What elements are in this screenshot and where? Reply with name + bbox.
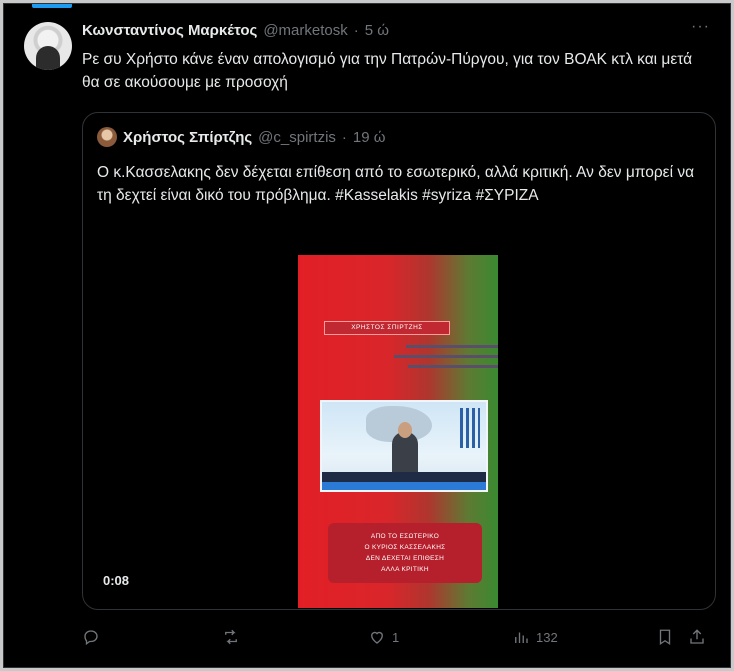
hashtag-syriza[interactable]: #syriza (422, 187, 471, 204)
tweet-time[interactable]: 5 ώ (365, 22, 389, 39)
retweet-icon (225, 629, 237, 645)
action-bar: 1 132 (82, 626, 716, 650)
views-chart-icon (515, 632, 528, 643)
video-person (392, 432, 418, 476)
author-avatar[interactable] (24, 22, 72, 70)
quoted-tweet[interactable]: Χρήστος Σπίρτζης @c_spirtzis · 19 ώ Ο κ.… (82, 112, 716, 610)
video-caption-line: ΑΛΛΑ ΚΡΙΤΙΚΗ (381, 566, 429, 573)
video-caption-line: ΑΠΟ ΤΟ ΕΣΩΤΕΡΙΚΟ (370, 533, 440, 540)
video-decor-line (406, 345, 498, 348)
video-caption: ΑΠΟ ΤΟ ΕΣΩΤΕΡΙΚΟ Ο ΚΥΡΙΟΣ ΚΑΣΣΕΛΑΚΗΣ ΔΕΝ… (328, 523, 482, 583)
quoted-author-handle[interactable]: @c_spirtzis (258, 129, 336, 146)
author-name[interactable]: Κωνσταντίνος Μαρκέτος (82, 22, 257, 39)
video-caption-line: ΔΕΝ ΔΕΧΕΤΑΙ ΕΠΙΘΕΣΗ (365, 555, 445, 562)
top-accent (32, 4, 72, 8)
views-count: 132 (536, 629, 558, 645)
video-person-head (398, 422, 412, 438)
more-options-icon[interactable]: ··· (691, 18, 710, 36)
retweet-button[interactable] (222, 626, 240, 648)
views-button[interactable]: 132 (512, 626, 558, 648)
share-button[interactable] (688, 626, 706, 648)
share-icon (690, 629, 704, 644)
reply-button[interactable] (82, 626, 100, 648)
video-player[interactable]: ΧΡΗΣΤΟΣ ΣΠΙΡΤΖΗΣ ΑΠΟ ΤΟ ΕΣΩΤΕΡΙΚΟ Ο ΚΥΡΙ… (298, 255, 498, 608)
video-name-banner: ΧΡΗΣΤΟΣ ΣΠΙΡΤΖΗΣ (324, 321, 450, 335)
tweet-card: Κωνσταντίνος Μαρκέτος @marketosk · 5 ώ ·… (3, 3, 731, 668)
quoted-time[interactable]: 19 ώ (353, 129, 386, 146)
hashtag-syriza-greek[interactable]: #ΣΥΡΙΖΑ (476, 187, 539, 204)
quoted-author-avatar[interactable] (97, 127, 117, 147)
tweet-header: Κωνσταντίνος Μαρκέτος @marketosk · 5 ώ (82, 22, 389, 39)
video-decor-line (408, 365, 498, 368)
quoted-separator-dot: · (341, 128, 347, 146)
video-duration: 0:08 (103, 573, 130, 588)
video-caption-line: Ο ΚΥΡΙΟΣ ΚΑΣΣΕΛΑΚΗΣ (364, 544, 446, 551)
separator-dot: · (353, 22, 359, 39)
quoted-header: Χρήστος Σπίρτζης @c_spirtzis · 19 ώ (97, 127, 386, 147)
heart-icon (371, 631, 383, 644)
author-handle[interactable]: @marketosk (263, 22, 347, 39)
video-desk (322, 472, 486, 482)
quoted-author-name[interactable]: Χρήστος Σπίρτζης (123, 129, 252, 146)
tweet-text: Ρε συ Χρήστο κάνε έναν απολογισμό για τη… (82, 51, 693, 91)
reply-icon (84, 630, 98, 646)
like-button[interactable]: 1 (368, 626, 399, 648)
bookmark-button[interactable] (656, 626, 674, 648)
video-decor-line (394, 355, 498, 358)
like-count: 1 (392, 629, 400, 645)
video-screen-bars (460, 408, 480, 448)
video-ticker (322, 482, 486, 490)
quoted-text: Ο κ.Κασσελακης δεν δέχεται επίθεση από τ… (97, 161, 697, 207)
hashtag-kasselakis[interactable]: #Kasselakis (335, 187, 418, 204)
bookmark-icon (659, 629, 671, 646)
video-frame (320, 400, 488, 492)
